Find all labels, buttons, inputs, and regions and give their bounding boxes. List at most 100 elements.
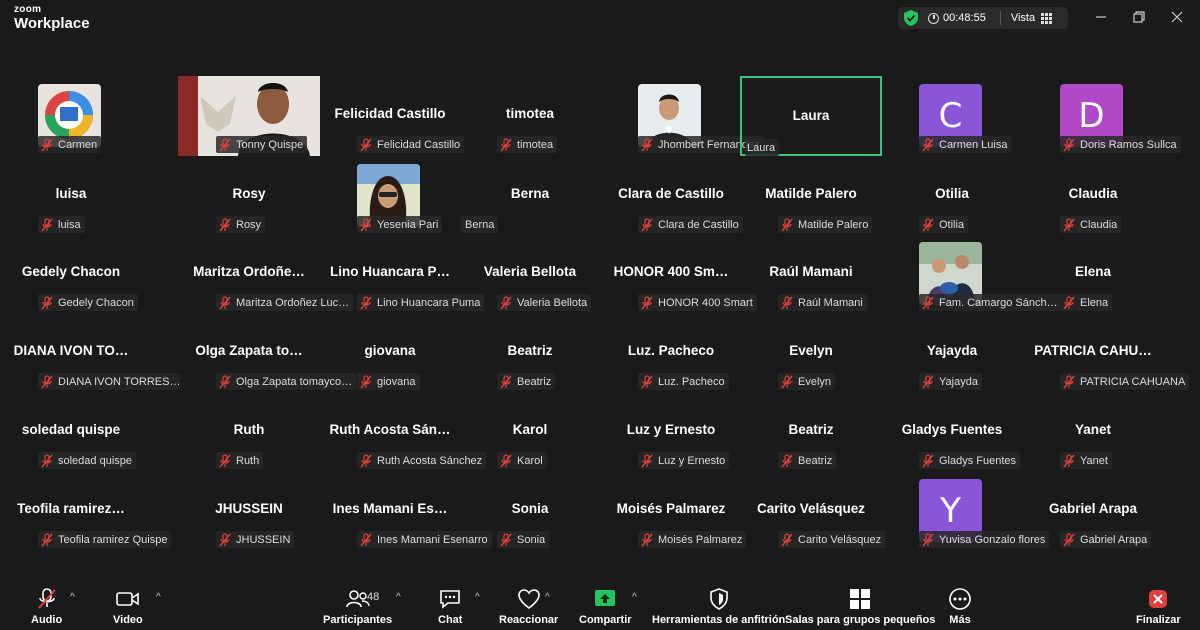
participant-caption: Yajayda xyxy=(919,373,982,390)
participant-tile[interactable]: Yanet Yanet xyxy=(1022,392,1164,472)
caption-text: Doris Ramos Sullca xyxy=(1080,138,1177,151)
muted-mic-icon xyxy=(500,295,512,309)
participant-tile[interactable]: Elena Elena xyxy=(1022,234,1164,314)
video-options-caret-icon[interactable]: ^ xyxy=(156,592,161,603)
participant-tile[interactable]: Carmen xyxy=(0,76,142,156)
participant-tile[interactable]: Carito Velásquez Carito Velásquez xyxy=(740,471,886,551)
caption-text: giovana xyxy=(377,375,416,388)
participant-tile[interactable]: Maritza Ordoñe… Maritza Ordoñez Luc… xyxy=(178,234,354,314)
participant-tile[interactable]: soledad quispe soledad quispe xyxy=(0,392,142,472)
participant-caption: timotea xyxy=(497,136,558,153)
grid-view-icon[interactable] xyxy=(1041,12,1053,24)
participant-caption: Moisés Palmarez xyxy=(638,531,747,548)
more-button[interactable]: Más xyxy=(948,588,972,626)
share-caret-icon[interactable]: ^ xyxy=(632,592,637,603)
caption-text: soledad quispe xyxy=(58,454,133,467)
close-icon[interactable] xyxy=(1170,10,1184,24)
participant-tile[interactable]: Luz y Ernesto Luz y Ernesto xyxy=(600,392,742,472)
participant-tile[interactable]: Gedely Chacon Gedely Chacon xyxy=(0,234,142,314)
participant-name: Rosy xyxy=(232,186,266,201)
participant-tile[interactable]: Olga Zapata to… Olga Zapata tomayco… xyxy=(178,313,357,393)
meeting-status[interactable]: 00:48:55 Vista xyxy=(898,7,1068,29)
muted-mic-icon xyxy=(1063,532,1075,546)
participants-count: 48 xyxy=(367,591,380,603)
participant-tile[interactable]: Laura Laura xyxy=(740,76,882,156)
muted-mic-icon xyxy=(41,295,53,309)
end-meeting-button[interactable]: Finalizar xyxy=(1136,588,1181,626)
participant-tile[interactable]: D Doris Ramos Sullca xyxy=(1022,76,1181,156)
participant-caption: giovana xyxy=(357,373,420,390)
participant-tile[interactable]: Matilde Palero Matilde Palero xyxy=(740,156,882,236)
breakout-rooms-button[interactable]: Salas para grupos pequeños xyxy=(785,588,935,626)
host-tools-button[interactable]: Herramientas de anfitrión xyxy=(652,588,785,626)
participant-tile[interactable]: Felicidad Castillo Felicidad Castillo xyxy=(319,76,465,156)
participant-tile[interactable]: JHUSSEIN JHUSSEIN xyxy=(178,471,320,551)
participant-name: JHUSSEIN xyxy=(215,501,283,516)
caption-text: Gladys Fuentes xyxy=(939,454,1017,467)
participant-tile[interactable]: HONOR 400 Sm… HONOR 400 Smart xyxy=(600,234,757,314)
participants-button[interactable]: Participantes xyxy=(323,588,392,626)
participant-tile[interactable]: Raúl Mamani Raúl Mamani xyxy=(740,234,882,314)
participant-tile[interactable]: Ines Mamani Es… Ines Mamani Esenarro xyxy=(319,471,492,551)
participant-tile[interactable]: Luz. Pacheco Luz. Pacheco xyxy=(600,313,742,393)
participant-caption: Teofila ramirez Quispe xyxy=(38,531,172,548)
participant-tile[interactable]: Y Yuvisa Gonzalo flores xyxy=(881,471,1050,551)
participant-caption: Gedely Chacon xyxy=(38,294,138,311)
participant-tile[interactable]: Jhombert Fernandez xyxy=(600,76,764,156)
participant-caption: Laura xyxy=(745,139,780,156)
participant-tile[interactable]: Tonny Quispe xyxy=(178,76,320,156)
audio-button[interactable]: Audio xyxy=(31,588,62,626)
participant-tile[interactable]: Moisés Palmarez Moisés Palmarez xyxy=(600,471,747,551)
participant-caption: Yanet xyxy=(1060,452,1112,469)
participant-tile[interactable]: luisa luisa xyxy=(0,156,142,236)
participant-tile[interactable]: PATRICIA CAHU… PATRICIA CAHUANA xyxy=(1022,313,1190,393)
participant-tile[interactable]: Karol Karol xyxy=(459,392,601,472)
chat-button[interactable]: Chat xyxy=(438,588,462,626)
participant-tile[interactable]: Evelyn Evelyn xyxy=(740,313,882,393)
participant-caption: Elena xyxy=(1060,294,1113,311)
participant-tile[interactable]: DIANA IVON TO… DIANA IVON TORRES… xyxy=(0,313,180,393)
participant-tile[interactable]: Lino Huancara P… Lino Huancara Puma xyxy=(319,234,485,314)
participant-tile[interactable]: Teofila ramirez… Teofila ramirez Quispe xyxy=(0,471,172,551)
participant-caption: Yesenia Pari xyxy=(357,216,443,233)
participant-name: Teofila ramirez… xyxy=(17,501,125,516)
muted-mic-icon xyxy=(781,374,793,388)
participant-tile[interactable]: timotea timotea xyxy=(459,76,601,156)
muted-mic-icon xyxy=(41,374,53,388)
view-button[interactable]: Vista xyxy=(1011,12,1035,24)
video-button[interactable]: Video xyxy=(113,588,143,626)
participant-tile[interactable]: Beatriz Beatriz xyxy=(459,313,601,393)
participant-tile[interactable]: Clara de Castillo Clara de Castillo xyxy=(600,156,743,236)
participant-tile[interactable]: C Carmen Luisa xyxy=(881,76,1023,156)
meeting-timer: 00:48:55 xyxy=(943,12,986,24)
participant-caption: Gladys Fuentes xyxy=(919,452,1021,469)
participant-tile[interactable]: Ruth Acosta Sán… Ruth Acosta Sánchez xyxy=(319,392,487,472)
minimize-icon[interactable] xyxy=(1094,10,1108,24)
react-caret-icon[interactable]: ^ xyxy=(545,592,550,603)
audio-options-caret-icon[interactable]: ^ xyxy=(70,592,75,603)
participant-tile[interactable]: Claudia Claudia xyxy=(1022,156,1164,236)
participant-tile[interactable]: giovana giovana xyxy=(319,313,461,393)
participant-tile[interactable]: Beatriz Beatriz xyxy=(740,392,882,472)
participant-tile[interactable]: Gladys Fuentes Gladys Fuentes xyxy=(881,392,1023,472)
muted-mic-icon xyxy=(1063,217,1075,231)
muted-mic-icon xyxy=(781,532,793,546)
participant-tile[interactable]: Rosy Rosy xyxy=(178,156,320,236)
participant-tile[interactable]: Sonia Sonia xyxy=(459,471,601,551)
participants-caret-icon[interactable]: ^ xyxy=(396,592,401,603)
participant-tile[interactable]: Berna Berna xyxy=(459,156,601,236)
participant-caption: Valeria Bellota xyxy=(497,294,592,311)
caption-text: Yanet xyxy=(1080,454,1108,467)
participant-tile[interactable]: Ruth Ruth xyxy=(178,392,320,472)
participant-name: Clara de Castillo xyxy=(618,186,724,201)
participant-tile[interactable]: Fam. Camargo Sánch… xyxy=(881,234,1061,314)
shield-check-icon[interactable] xyxy=(904,10,918,26)
restore-icon[interactable] xyxy=(1132,10,1146,24)
participant-tile[interactable]: Otilia Otilia xyxy=(881,156,1023,236)
participant-tile[interactable]: Yesenia Pari xyxy=(319,156,461,236)
share-button[interactable]: Compartir xyxy=(579,588,632,626)
participant-tile[interactable]: Yajayda Yajayda xyxy=(881,313,1023,393)
participant-tile[interactable]: Gabriel Arapa Gabriel Arapa xyxy=(1022,471,1164,551)
participant-tile[interactable]: Valeria Bellota Valeria Bellota xyxy=(459,234,601,314)
chat-caret-icon[interactable]: ^ xyxy=(475,592,480,603)
